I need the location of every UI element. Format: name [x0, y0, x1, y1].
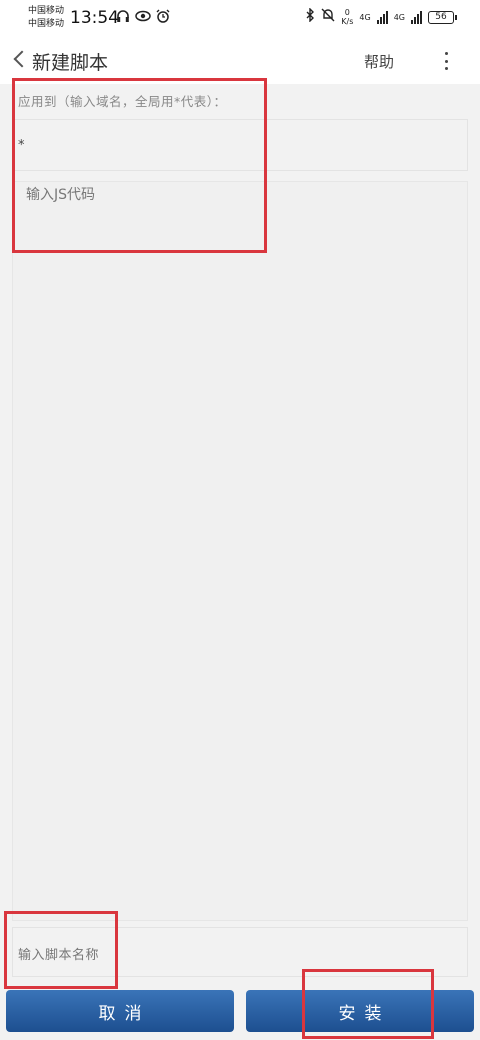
status-icons-right: 0 K/s 4G 4G 56 [305, 7, 457, 26]
eye-icon [135, 10, 151, 26]
highlight-box-name [4, 911, 118, 989]
highlight-box-form [12, 78, 267, 253]
status-icons-left [116, 9, 170, 27]
highlight-box-install [302, 969, 434, 1039]
help-button[interactable]: 帮助 [364, 51, 394, 72]
status-time: 13:54 [70, 8, 119, 28]
network-type-2: 4G [393, 12, 405, 22]
page-title: 新建脚本 [32, 52, 109, 74]
back-chevron-icon[interactable] [10, 46, 30, 72]
alarm-icon [156, 9, 170, 27]
carrier-info: 中国移动 中国移动 [28, 5, 64, 31]
net-speed: 0 K/s [341, 8, 353, 26]
carrier-name-1: 中国移动 [28, 6, 65, 16]
status-bar: 中国移动 中国移动 13:54 0 K/s 4G 4G 56 [0, 0, 480, 36]
battery-icon: 56 [428, 10, 457, 24]
signal-icon [376, 10, 388, 24]
network-type-1: 4G [359, 12, 371, 22]
net-speed-unit: K/s [341, 17, 354, 26]
net-speed-value: 0 [344, 8, 350, 17]
app-header: 新建脚本 帮助 [0, 36, 480, 84]
carrier-name-2: 中国移动 [28, 19, 65, 29]
more-vertical-icon[interactable] [436, 50, 456, 72]
js-code-textarea[interactable] [12, 181, 468, 921]
signal-icon [411, 10, 422, 24]
headphones-icon [116, 9, 130, 27]
mute-icon [321, 8, 335, 26]
cancel-button[interactable]: 取消 [6, 990, 234, 1032]
bluetooth-icon [305, 7, 315, 26]
